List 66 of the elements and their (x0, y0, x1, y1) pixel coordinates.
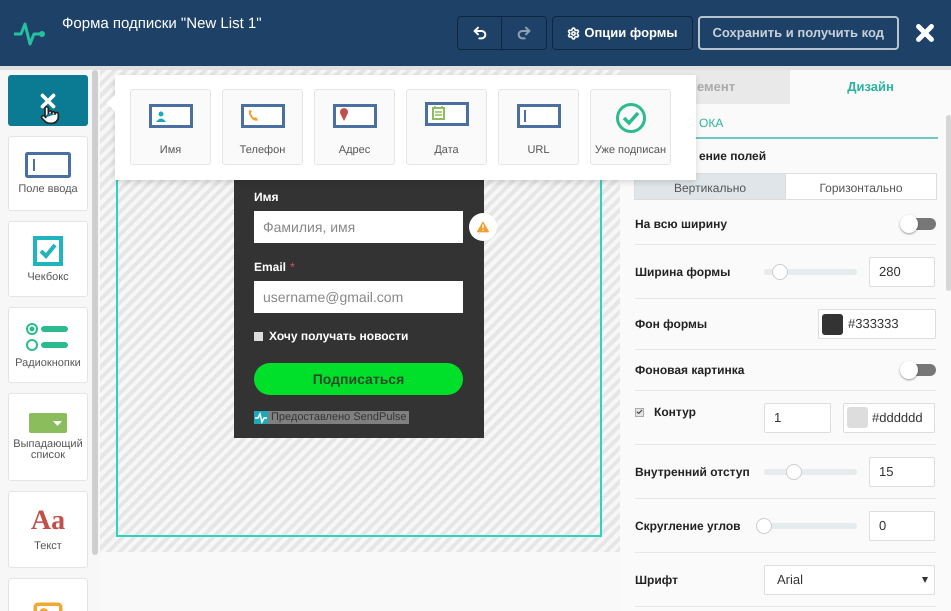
input-field-icon (25, 152, 71, 178)
checkbox-icon (33, 236, 63, 266)
slider-thumb[interactable] (786, 464, 802, 480)
scrollbar[interactable] (946, 115, 951, 291)
element-tile[interactable]: Чекбокс (8, 221, 88, 297)
font-select[interactable]: Arial (764, 564, 935, 594)
toggle-switch[interactable] (902, 218, 936, 230)
setting-label: Контур (654, 404, 696, 421)
checkbox-label: Хочу получать новости (269, 328, 408, 345)
phone-field-icon (240, 102, 284, 128)
checkbox[interactable] (635, 408, 644, 416)
setting-label: На всю ширину (635, 216, 728, 233)
caret-icon (922, 576, 928, 582)
number-field[interactable]: 0 (869, 510, 935, 540)
field-type-tile[interactable]: Имя (130, 89, 211, 165)
toggle-switch[interactable] (902, 364, 936, 376)
layout-option[interactable]: Вертикально (635, 174, 785, 199)
slider-thumb[interactable] (756, 518, 772, 534)
number-field[interactable]: 15 (869, 456, 935, 486)
setting-label: Шрифт (635, 572, 678, 586)
dropdown-icon (29, 413, 67, 433)
form-options-button[interactable]: Опции формы (552, 16, 693, 50)
hand-cursor-icon (40, 105, 60, 125)
element-tile[interactable]: Поле ввода (8, 136, 88, 211)
text-style-icon: Aa (30, 507, 66, 535)
setting-label: Скругление углов (635, 518, 741, 532)
number-field[interactable]: 1 (764, 402, 831, 432)
save-button[interactable]: Сохранить и получить код (698, 16, 899, 50)
field-type-tile[interactable]: Телефон (222, 89, 303, 165)
pulse-logo-icon (254, 411, 268, 424)
color-field[interactable]: #333333 (818, 309, 936, 339)
element-tile[interactable]: Радиокнопки (8, 307, 88, 383)
close-panel-button[interactable] (8, 75, 88, 126)
contact-card-icon (148, 102, 192, 128)
field-type-tile[interactable]: URL (498, 89, 579, 165)
settings-icon (567, 26, 580, 40)
scrollbar[interactable] (92, 70, 98, 555)
setting-label: Ширина формы (635, 264, 730, 278)
redo-icon (516, 25, 532, 41)
window-title: Форма подписки "New List 1" (62, 14, 262, 34)
slider-thumb[interactable] (772, 264, 788, 280)
color-field[interactable]: #dddddd (843, 402, 935, 432)
field-type-tile[interactable]: Адрес (314, 89, 395, 165)
radio-list-icon (26, 322, 70, 352)
checkbox[interactable] (254, 332, 263, 340)
check-circle-icon (614, 102, 646, 134)
undo-icon (472, 25, 488, 41)
element-tile[interactable]: Aa Текст (8, 491, 88, 568)
setting-label: Фон формы (635, 316, 708, 333)
number-field[interactable]: 280 (869, 256, 935, 286)
location-field-icon (332, 102, 376, 128)
layout-option[interactable]: Горизонтально (785, 174, 936, 199)
element-tile[interactable]: Выпадающий список (8, 393, 88, 481)
text-input[interactable]: username@gmail.com (254, 281, 463, 313)
text-input[interactable]: Фамилия, имя (254, 211, 463, 243)
setting-label: Фоновая картинка (635, 362, 744, 379)
field-type-tile[interactable]: Дата (406, 89, 487, 165)
field-label: Email * (254, 259, 296, 276)
setting-label: ение полей (699, 148, 766, 165)
warning-icon (475, 219, 491, 235)
subscribe-button[interactable]: Подписаться (254, 363, 463, 395)
url-field-icon (516, 102, 560, 128)
section-title: ОКА (699, 115, 724, 132)
field-type-tile[interactable]: Уже подписан (590, 89, 671, 165)
setting-label: Внутренний отступ (635, 464, 750, 478)
field-label: Имя (254, 189, 280, 206)
